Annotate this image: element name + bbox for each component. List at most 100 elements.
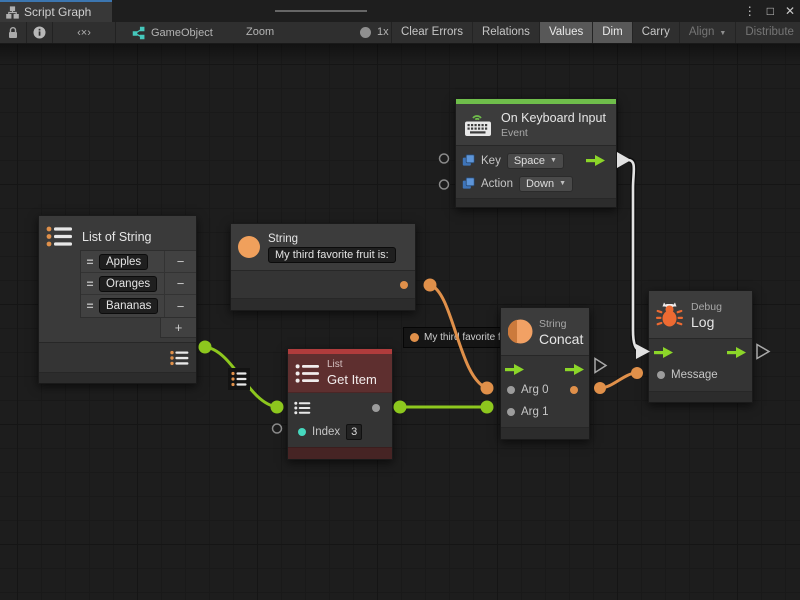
keyboard-icon xyxy=(463,111,493,138)
distribute-dropdown[interactable]: Distribute▼ xyxy=(736,22,800,43)
lock-button[interactable] xyxy=(0,22,26,43)
clear-errors-button[interactable]: Clear Errors xyxy=(392,22,473,43)
node-title: Get Item xyxy=(327,372,377,388)
align-dropdown[interactable]: Align▼ xyxy=(680,22,737,43)
node-title: On Keyboard Input xyxy=(501,110,606,126)
graph-toolbar: ‹×› GameObject Zoom 1x Clear Errors Rela… xyxy=(0,22,800,44)
add-item-button[interactable]: + xyxy=(160,318,196,338)
graph-owner-button[interactable]: GameObject xyxy=(130,22,240,43)
info-button[interactable] xyxy=(27,22,52,43)
values-button[interactable]: Values xyxy=(540,22,593,43)
node-list-of-string[interactable]: List of String = Apples − = Oranges − = … xyxy=(38,215,197,384)
list-item-row: = Bananas − xyxy=(81,295,196,317)
node-category: Debug xyxy=(691,300,722,314)
relations-button[interactable]: Relations xyxy=(473,22,540,43)
arg0-label: Arg 0 xyxy=(521,384,549,396)
info-icon xyxy=(33,26,46,39)
key-dropdown[interactable]: Space▼ xyxy=(507,153,564,169)
list-output-port-icon[interactable] xyxy=(170,350,189,366)
string-value-dot xyxy=(410,333,419,342)
action-dropdown[interactable]: Down▼ xyxy=(519,176,573,192)
zoom-value: 1x xyxy=(377,26,389,38)
item-output-port[interactable] xyxy=(372,404,380,412)
index-label: Index xyxy=(312,426,340,438)
node-footer xyxy=(288,447,392,459)
flow-input-arrow-icon[interactable] xyxy=(505,363,525,376)
tab-script-graph[interactable]: Script Graph xyxy=(0,0,112,22)
list-icon xyxy=(295,363,320,384)
node-title: Concat xyxy=(539,331,582,347)
tab-title: Script Graph xyxy=(24,5,91,19)
index-input-port[interactable] xyxy=(298,428,306,436)
message-input-port[interactable] xyxy=(657,371,665,379)
bug-icon xyxy=(656,301,683,328)
maximize-icon[interactable]: □ xyxy=(767,0,774,22)
code-view-button[interactable]: ‹×› xyxy=(53,22,115,43)
list-input-port-icon[interactable] xyxy=(294,401,311,415)
dim-button[interactable]: Dim xyxy=(593,22,632,43)
node-category: String xyxy=(539,317,582,331)
script-graph-window: Script Graph ⋮ □ ✕ ‹×› xyxy=(0,0,800,600)
result-output-port[interactable] xyxy=(570,386,578,394)
list-icon xyxy=(46,225,73,248)
string-icon xyxy=(238,236,260,258)
flow-output-arrow-icon[interactable] xyxy=(586,154,606,167)
node-category: List xyxy=(327,358,377,372)
string-value-field[interactable]: My third favorite fruit is: xyxy=(268,247,396,263)
remove-item-button[interactable]: − xyxy=(164,251,196,273)
list-item-field[interactable]: Apples xyxy=(99,254,148,270)
graph-icon xyxy=(6,6,19,19)
remove-item-button[interactable]: − xyxy=(164,295,196,317)
key-port-label: Key xyxy=(481,155,501,167)
lock-icon xyxy=(7,26,19,39)
node-title: List of String xyxy=(82,229,151,245)
node-footer xyxy=(39,372,196,383)
node-footer xyxy=(501,427,589,439)
message-label: Message xyxy=(671,369,718,381)
arg0-input-port[interactable] xyxy=(507,386,515,394)
list-item-field[interactable]: Bananas xyxy=(99,298,158,314)
list-item-field[interactable]: Oranges xyxy=(99,276,157,292)
graph-canvas[interactable]: My third favorite fr... On Keyboard Inp xyxy=(0,44,800,600)
flow-input-arrow-icon[interactable] xyxy=(653,346,675,359)
string-output-port[interactable] xyxy=(400,281,408,289)
chevron-down-icon: ▼ xyxy=(559,180,566,187)
action-port-label: Action xyxy=(481,178,513,190)
list-item-row: = Apples − xyxy=(81,251,196,273)
keycode-icon xyxy=(462,177,475,190)
index-value-field[interactable]: 3 xyxy=(346,424,362,440)
drag-handle-icon[interactable]: = xyxy=(81,299,99,313)
remove-item-button[interactable]: − xyxy=(164,273,196,295)
chevron-down-icon: ▼ xyxy=(719,30,726,37)
window-menu-icon[interactable]: ⋮ xyxy=(744,0,756,22)
arg1-label: Arg 1 xyxy=(521,406,549,418)
title-bar: Script Graph ⋮ □ ✕ xyxy=(0,0,800,22)
node-get-item[interactable]: List Get Item Index 3 xyxy=(287,348,393,460)
flow-output-arrow-icon[interactable] xyxy=(726,346,748,359)
zoom-slider-handle[interactable] xyxy=(360,27,371,38)
zoom-slider-track[interactable] xyxy=(275,10,367,12)
node-footer xyxy=(649,391,752,402)
arg1-input-port[interactable] xyxy=(507,408,515,416)
list-inline-editor: = Apples − = Oranges − = Bananas − xyxy=(80,250,196,318)
node-footer xyxy=(231,298,415,310)
list-item-row: = Oranges − xyxy=(81,273,196,295)
node-on-keyboard-input[interactable]: On Keyboard Input Event Key Space▼ xyxy=(455,98,617,208)
flow-output-arrow-icon[interactable] xyxy=(565,363,585,376)
drag-handle-icon[interactable]: = xyxy=(81,277,99,291)
node-footer xyxy=(456,198,616,207)
carry-button[interactable]: Carry xyxy=(633,22,680,43)
keycode-icon xyxy=(462,154,475,167)
close-icon[interactable]: ✕ xyxy=(785,0,795,22)
zoom-label: Zoom xyxy=(246,26,274,38)
concat-icon xyxy=(508,319,533,344)
toolbar-buttons: Clear Errors Relations Values Dim Carry … xyxy=(392,22,800,43)
drag-handle-icon[interactable]: = xyxy=(81,255,99,269)
gameobject-icon xyxy=(130,26,145,40)
node-concat[interactable]: String Concat Arg 0 xyxy=(500,307,590,440)
node-log[interactable]: Debug Log Message xyxy=(648,290,753,403)
node-string-literal[interactable]: String My third favorite fruit is: xyxy=(230,223,416,311)
node-title: String xyxy=(268,231,396,247)
code-icon: ‹×› xyxy=(77,27,91,39)
chevron-down-icon: ▼ xyxy=(550,157,557,164)
